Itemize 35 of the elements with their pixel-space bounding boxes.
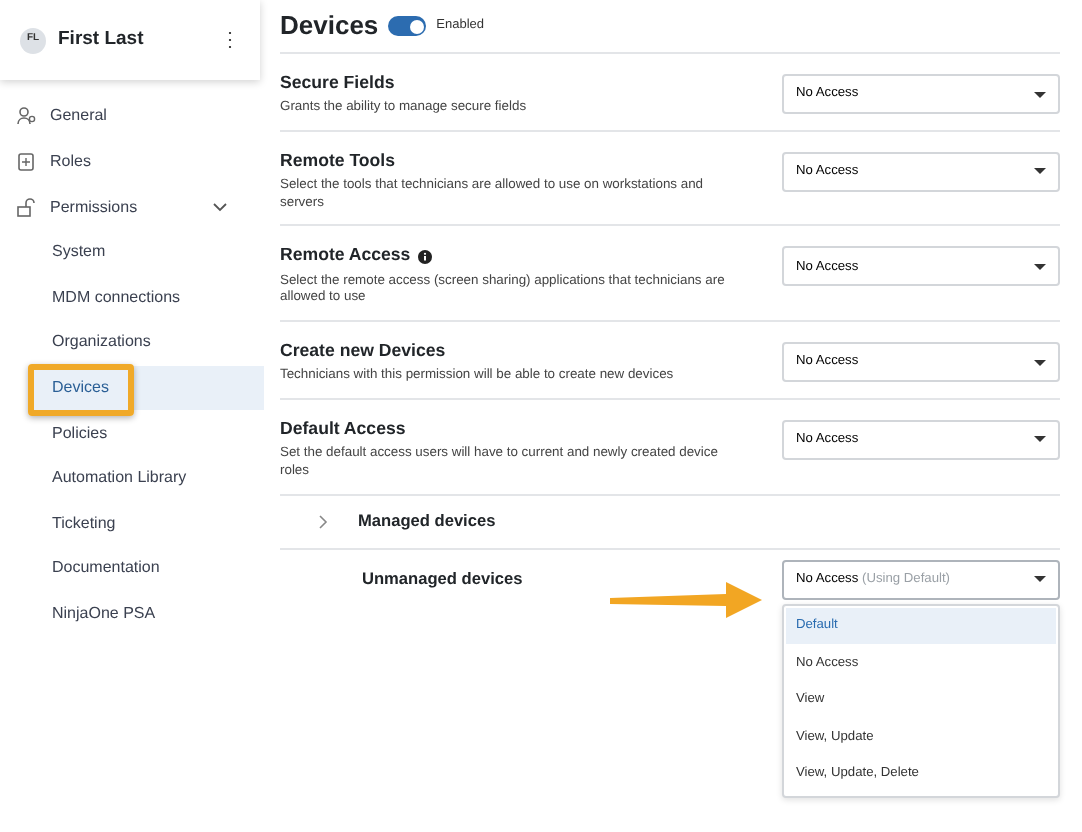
sidebar-subitem[interactable]: Ticketing (0, 501, 264, 547)
permission-title: Create new Devices (280, 338, 446, 365)
permission-title: Default Access (280, 415, 406, 442)
caret-icon (1034, 436, 1046, 443)
sidebar-item[interactable]: Roles (0, 138, 264, 184)
sidebar-item[interactable]: General (0, 92, 264, 138)
caret-icon (1034, 168, 1046, 175)
sidebar-subitem[interactable]: NinjaOne PSA (0, 591, 264, 637)
permission-title: Remote Access (280, 242, 411, 269)
permission-title: Remote Tools (280, 147, 396, 174)
user-name: First Last (58, 25, 144, 54)
permission-title: Secure Fields (280, 70, 395, 96)
page-title: Devices (280, 8, 379, 45)
info-icon (418, 249, 433, 264)
caret-icon (1034, 576, 1046, 583)
sidebar-subitem[interactable]: Organizations (0, 320, 264, 366)
people-icon (16, 105, 36, 125)
group-label: Managed devices (358, 508, 496, 534)
sidebar-subitem[interactable]: Documentation (0, 546, 264, 592)
sidebar-item[interactable]: Permissions (0, 184, 264, 230)
more-button[interactable]: ⋮ (220, 25, 240, 55)
toggle-switch[interactable] (388, 16, 427, 36)
caret-icon (1034, 91, 1046, 97)
sidebar-subitem[interactable]: Automation Library (0, 455, 264, 502)
highlight-frame (28, 364, 134, 416)
badge-icon (16, 151, 36, 171)
sidebar-subitem[interactable]: MDM connections (0, 275, 264, 321)
sidebar-subitem[interactable]: System (0, 230, 264, 276)
sidebar-subitem[interactable]: Policies (0, 410, 264, 456)
sidebar-subitem[interactable]: Devices (28, 365, 264, 411)
chevron-icon (212, 200, 228, 214)
caret-icon (1034, 359, 1046, 366)
unlock-icon (16, 197, 36, 217)
group-label: Unmanaged devices (362, 565, 523, 590)
caret-icon (1034, 263, 1046, 270)
